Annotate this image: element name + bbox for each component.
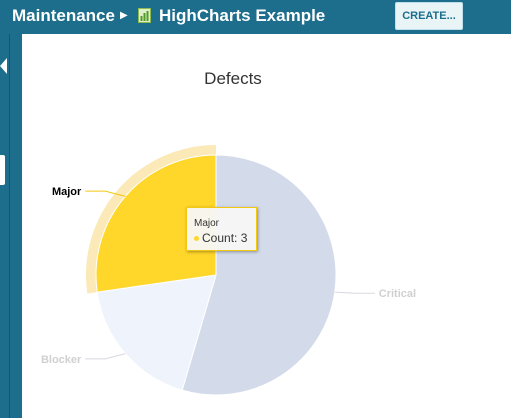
- page-title: HighCharts Example: [159, 6, 326, 25]
- tooltip-value: Count: 3: [202, 231, 248, 245]
- chart-panel: Defects Critical Blocker Major Major Count…: [22, 34, 511, 418]
- tooltip-series-label: Count: [202, 231, 235, 245]
- sidebar: [0, 34, 22, 418]
- chart-tooltip: Major Count: 3: [186, 207, 257, 251]
- tooltip-title: Major: [194, 218, 220, 229]
- connector-blocker: [85, 353, 126, 360]
- pie-chart: Defects Critical Blocker Major: [41, 69, 416, 396]
- sidebar-tab-handle[interactable]: [0, 155, 5, 185]
- collapse-left-icon[interactable]: [0, 58, 7, 74]
- caret-right-icon: ▶: [120, 10, 128, 21]
- connector-critical: [334, 291, 375, 294]
- data-label-blocker: Blocker: [41, 354, 82, 366]
- breadcrumb-maintenance-link[interactable]: Maintenance: [12, 6, 115, 26]
- create-button[interactable]: CREATE...: [395, 2, 463, 30]
- tooltip-count: 3: [240, 231, 248, 245]
- data-label-critical: Critical: [379, 288, 416, 300]
- sidebar-divider: [9, 34, 10, 418]
- chart-page-icon: [138, 8, 151, 23]
- chart-title: Defects: [204, 69, 262, 88]
- data-label-major: Major: [52, 186, 82, 198]
- tooltip-series-marker: [194, 236, 199, 241]
- top-bar: Maintenance ▶ HighCharts Example CREATE.…: [0, 0, 511, 34]
